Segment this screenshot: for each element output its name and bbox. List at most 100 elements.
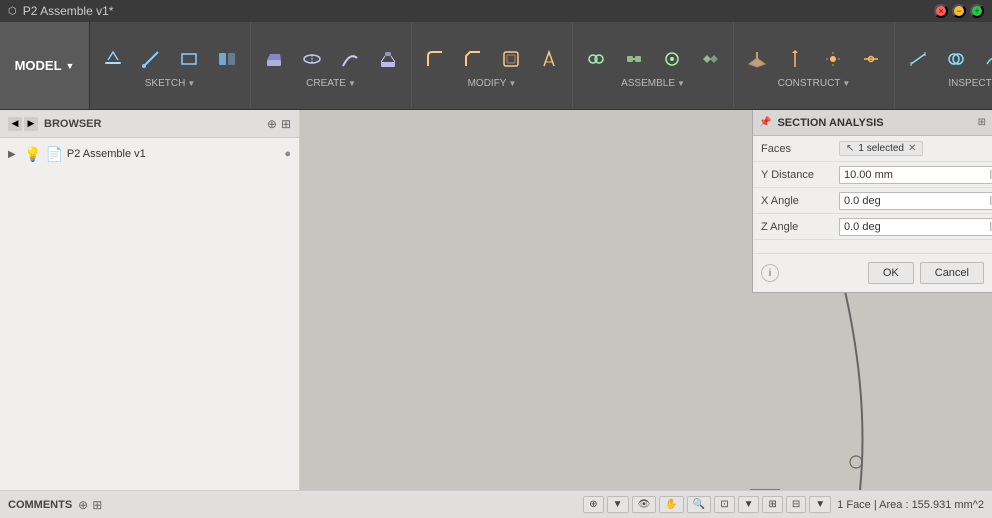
browser-nav-arrows: ◀ ▶ xyxy=(8,117,38,131)
assemble-drive-button[interactable] xyxy=(655,42,689,76)
browser-settings-button[interactable]: ⊕ xyxy=(267,117,277,131)
panel-ok-button[interactable]: OK xyxy=(868,262,914,284)
inspect-group-label[interactable]: INSPECT ▼ xyxy=(948,78,992,89)
panel-row-ydistance: Y Distance ▼ xyxy=(753,162,992,188)
create-extrude-button[interactable] xyxy=(257,42,291,76)
construct-icons xyxy=(740,42,888,76)
revolve-icon xyxy=(301,48,323,70)
status-bar: 1 Face | Area : 155.931 mm^2 xyxy=(837,499,984,511)
rigid-icon xyxy=(623,48,645,70)
create-dropdown-icon: ▼ xyxy=(348,79,356,88)
modify-fillet-button[interactable] xyxy=(418,42,452,76)
drive-icon xyxy=(661,48,683,70)
xangle-input[interactable] xyxy=(840,193,990,209)
sweep-icon xyxy=(339,48,361,70)
comments-label: COMMENTS xyxy=(8,499,72,511)
sketch-group-label[interactable]: SKETCH ▼ xyxy=(145,78,195,89)
canvas-area[interactable]: FRONT xyxy=(300,110,992,490)
modify-chamfer-button[interactable] xyxy=(456,42,490,76)
panel-cancel-button[interactable]: Cancel xyxy=(920,262,984,284)
panel-spacer xyxy=(753,240,992,254)
toolbar-group-inspect: INSPECT ▼ xyxy=(895,22,992,109)
inspect-measure-button[interactable] xyxy=(901,42,935,76)
panel-info-button[interactable]: i xyxy=(761,264,779,282)
viewport-pan-button[interactable]: ✋ xyxy=(659,496,683,513)
tree-item-eye-icon: ● xyxy=(284,148,291,160)
create-group-label[interactable]: CREATE ▼ xyxy=(306,78,356,89)
faces-clear-button[interactable]: ✕ xyxy=(908,143,916,154)
browser-forward-button[interactable]: ▶ xyxy=(24,117,38,131)
ydistance-input-wrapper: ▼ xyxy=(839,166,992,184)
modify-shell-button[interactable] xyxy=(494,42,528,76)
construct-point-button[interactable] xyxy=(816,42,850,76)
modify-group-label[interactable]: MODIFY ▼ xyxy=(468,78,517,89)
fillet-icon xyxy=(424,48,446,70)
zangle-input-wrapper: ▼ xyxy=(839,218,992,236)
viewport-fit-button[interactable]: ⊡ xyxy=(714,496,734,513)
sketch-mirror-button[interactable] xyxy=(210,42,244,76)
construct-plane-button[interactable] xyxy=(740,42,774,76)
browser-collapse-button[interactable]: ⊞ xyxy=(281,117,291,131)
viewport-view-button[interactable]: 👁 xyxy=(632,496,657,513)
comments-settings-button[interactable]: ⊞ xyxy=(92,498,102,512)
assemble-motion-button[interactable] xyxy=(693,42,727,76)
comments-add-button[interactable]: ⊕ xyxy=(78,498,88,512)
assemble-joint-button[interactable] xyxy=(579,42,613,76)
section-analysis-panel: 📌 SECTION ANALYSIS ⊞ Faces ↖ 1 selected … xyxy=(752,110,992,293)
sketch-rect-button[interactable] xyxy=(172,42,206,76)
sketch-line-button[interactable] xyxy=(134,42,168,76)
draft-icon xyxy=(538,48,560,70)
comments-controls: ⊕ ⊞ xyxy=(78,498,102,512)
sketch-dropdown-icon: ▼ xyxy=(187,79,195,88)
inspect-curvature-button[interactable] xyxy=(977,42,992,76)
xangle-input-wrapper: ▼ xyxy=(839,192,992,210)
ydistance-label: Y Distance xyxy=(761,169,831,181)
modify-draft-button[interactable] xyxy=(532,42,566,76)
model-menu-button[interactable]: MODEL ▼ xyxy=(0,22,90,109)
measure-icon xyxy=(907,48,929,70)
interference-icon xyxy=(945,48,967,70)
model-chevron-icon: ▼ xyxy=(66,61,75,71)
modify-dropdown-icon: ▼ xyxy=(508,79,516,88)
assemble-rigid-button[interactable] xyxy=(617,42,651,76)
viewport-home-button[interactable]: ⊕ xyxy=(583,496,603,513)
inspect-interference-button[interactable] xyxy=(939,42,973,76)
toolbar-group-modify: MODIFY ▼ xyxy=(412,22,573,109)
construct-midpoint-button[interactable] xyxy=(854,42,888,76)
ydistance-input[interactable] xyxy=(840,167,990,183)
browser-back-button[interactable]: ◀ xyxy=(8,117,22,131)
panel-pin-icon[interactable]: 📌 xyxy=(759,117,771,128)
close-button[interactable]: × xyxy=(934,4,948,18)
viewport-dropdown-button[interactable]: ▼ xyxy=(738,496,760,513)
create-revolve-button[interactable] xyxy=(295,42,329,76)
inspect-icons xyxy=(901,42,992,76)
browser-tree: ▶ 💡 📄 P2 Assemble v1 ● xyxy=(0,138,299,490)
toolbar-group-sketch: SKETCH ▼ xyxy=(90,22,251,109)
viewport-grid-button[interactable]: ⊞ xyxy=(762,496,782,513)
panel-expand-icon[interactable]: ⊞ xyxy=(978,117,986,128)
axis-icon xyxy=(784,48,806,70)
minimize-button[interactable]: − xyxy=(952,4,966,18)
construct-group-label[interactable]: CONSTRUCT ▼ xyxy=(778,78,851,89)
toolbar-group-construct: CONSTRUCT ▼ xyxy=(734,22,895,109)
tree-item-p2assemble[interactable]: ▶ 💡 📄 P2 Assemble v1 ● xyxy=(4,142,295,166)
viewport-zoom-button[interactable]: 🔍 xyxy=(687,496,711,513)
maximize-button[interactable]: + xyxy=(970,4,984,18)
panel-row-faces: Faces ↖ 1 selected ✕ xyxy=(753,136,992,162)
construct-axis-button[interactable] xyxy=(778,42,812,76)
tree-item-label: P2 Assemble v1 xyxy=(67,148,146,160)
viewport-grid2-button[interactable]: ⊟ xyxy=(786,496,806,513)
xangle-label: X Angle xyxy=(761,195,831,207)
faces-label: Faces xyxy=(761,143,831,155)
toolbar-group-assemble: ASSEMBLE ▼ xyxy=(573,22,734,109)
create-sweep-button[interactable] xyxy=(333,42,367,76)
zangle-input[interactable] xyxy=(840,219,990,235)
construct-dropdown-icon: ▼ xyxy=(842,79,850,88)
sketch-create-button[interactable] xyxy=(96,42,130,76)
assemble-group-label[interactable]: ASSEMBLE ▼ xyxy=(621,78,685,89)
viewport-settings-button[interactable]: ▼ xyxy=(607,496,629,513)
status-text: 1 Face | Area : 155.931 mm^2 xyxy=(837,499,984,511)
create-loft-button[interactable] xyxy=(371,42,405,76)
curvature-icon xyxy=(983,48,992,70)
viewport-display-button[interactable]: ▼ xyxy=(809,496,831,513)
